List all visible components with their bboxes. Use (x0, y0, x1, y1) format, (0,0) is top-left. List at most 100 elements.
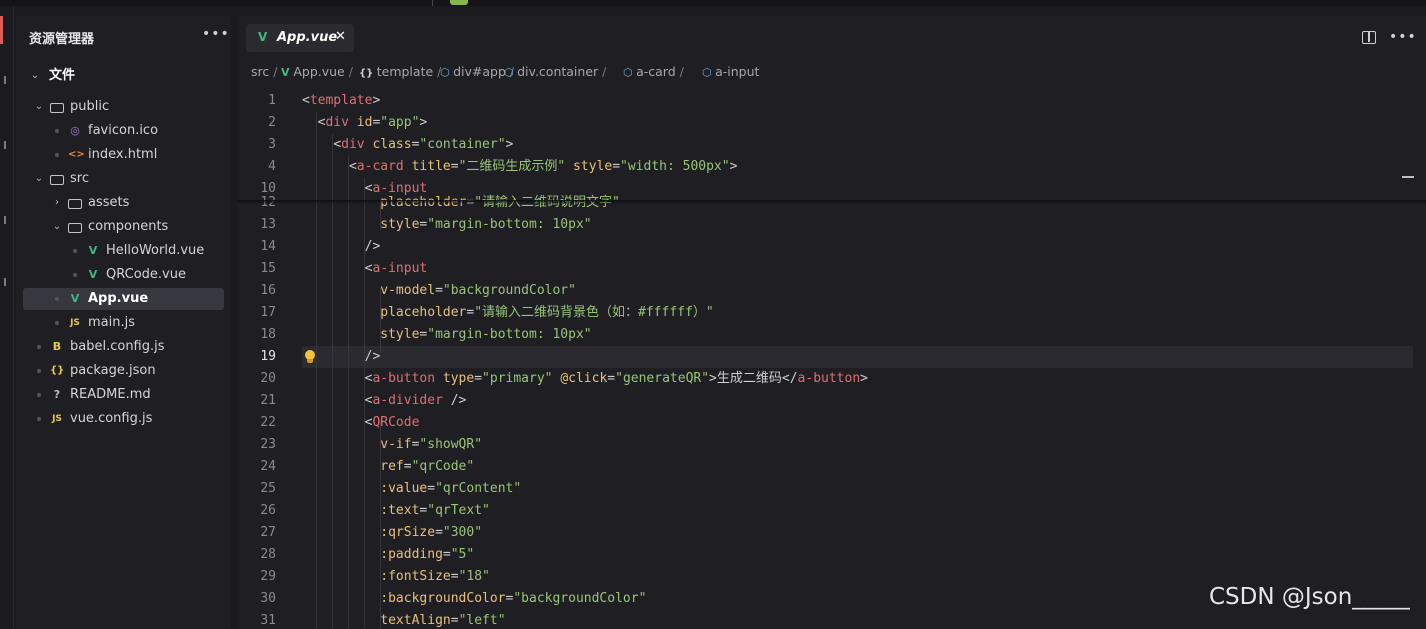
tree-indent-dot (37, 417, 41, 421)
folder-icon (50, 103, 64, 113)
section-header-files[interactable]: ⌄ 文件 (23, 65, 224, 87)
code-line[interactable]: <a-card title="二维码生成示例" style="width: 50… (302, 156, 737, 178)
babel-file-icon: B (52, 340, 62, 353)
code-line[interactable]: <a-button type="primary" @click="generat… (302, 368, 868, 390)
info-file-icon: ? (53, 388, 61, 401)
code-editor[interactable]: 1 <template> 2 <div id="app"> 3 <div class=… (238, 90, 1426, 629)
activity-icon[interactable] (4, 76, 9, 84)
vue-file-icon: V (88, 244, 98, 257)
activity-icon[interactable] (4, 141, 9, 149)
line-number: 26 (260, 503, 276, 518)
breadcrumb-label: template (376, 64, 434, 79)
tree-item[interactable]: ? README.md (23, 384, 224, 406)
code-line[interactable]: <div id="app"> (302, 112, 428, 134)
js-file-icon: JS (52, 414, 62, 424)
code-line[interactable]: :fontSize="18" (302, 566, 490, 588)
tree-item-label: public (70, 99, 110, 114)
section-label: 文件 (49, 68, 76, 83)
folder-icon (50, 175, 64, 185)
tree-item[interactable]: › assets (23, 192, 224, 214)
tree-item[interactable]: ⌄ public (23, 96, 224, 118)
code-line[interactable]: :value="qrContent" (302, 478, 521, 500)
line-number: 2 (268, 115, 276, 130)
breadcrumb-item[interactable]: src / (251, 64, 277, 79)
tree-item[interactable]: V HelloWorld.vue (23, 240, 224, 262)
line-number: 28 (260, 547, 276, 562)
code-line[interactable]: /> (302, 236, 381, 258)
tree-item[interactable]: Bbabel.config.js (23, 336, 224, 358)
tree-indent-dot (55, 321, 59, 325)
tree-item-label: QRCode.vue (106, 267, 186, 282)
chevron-down-icon[interactable]: ⌄ (33, 168, 45, 190)
code-line[interactable]: v-if="showQR" (302, 434, 482, 456)
tree-indent-dot (37, 369, 41, 373)
breadcrumb-item[interactable]: ⬡ div#app / (440, 64, 514, 79)
code-line[interactable]: :backgroundColor="backgroundColor" (302, 588, 646, 610)
code-line[interactable]: :qrSize="300" (302, 522, 482, 544)
line-number: 30 (260, 591, 276, 606)
chevron-right-icon[interactable]: › (51, 192, 63, 214)
breadcrumb-item[interactable]: ⬡ div.container / (504, 64, 606, 79)
title-separator (432, 0, 433, 6)
tree-item[interactable]: JS vue.config.js (23, 408, 224, 430)
code-line[interactable]: :text="qrText" (302, 500, 490, 522)
code-line[interactable]: style="margin-bottom: 10px" (302, 214, 591, 236)
activity-active-indicator (0, 16, 3, 44)
tree-item-label: README.md (70, 387, 151, 402)
activity-icon[interactable] (4, 278, 9, 286)
tree-item[interactable]: V App.vue (23, 288, 224, 310)
tree-item-label: favicon.ico (88, 123, 159, 138)
breadcrumb-label: a-input (715, 64, 760, 79)
element-icon: ⬡ (623, 66, 637, 79)
tree-item[interactable]: JS main.js (23, 312, 224, 334)
code-line[interactable]: <div class="container"> (302, 134, 513, 156)
tree-indent-dot (37, 393, 41, 397)
tree-item[interactable]: <> index.html (23, 144, 224, 166)
vue-file-icon: V (70, 292, 80, 305)
chevron-down-icon[interactable]: ⌄ (33, 96, 45, 118)
indent-guide (332, 134, 333, 629)
code-line[interactable]: ref="qrCode" (302, 456, 474, 478)
tree-item[interactable]: ⌄ components (23, 216, 224, 238)
close-icon[interactable]: ✕ (335, 29, 346, 44)
explorer-panel: 资源管理器 ••• ⌄ 文件 ⌄ public ◎ favicon.ico <> inde… (16, 16, 231, 629)
code-line[interactable]: :padding="5" (302, 544, 474, 566)
breadcrumb-item[interactable]: V App.vue / (281, 64, 353, 79)
editor-area: V App.vue ✕ ••• src / V App.vue / {} templ… (238, 16, 1426, 629)
line-number: 31 (260, 613, 276, 628)
code-line[interactable]: style="margin-bottom: 10px" (302, 324, 591, 346)
tree-item[interactable]: ◎ favicon.ico (23, 120, 224, 142)
ellipsis-icon[interactable]: ••• (202, 26, 230, 42)
title-badge (450, 0, 468, 5)
element-icon: ⬡ (440, 66, 454, 79)
tree-item[interactable]: V QRCode.vue (23, 264, 224, 286)
breadcrumb-label: div#app (453, 64, 506, 79)
tab-app-vue[interactable]: V App.vue ✕ (246, 24, 354, 52)
current-line-highlight (302, 346, 1413, 368)
vue-icon: V (258, 30, 268, 44)
tree-item-label: babel.config.js (70, 339, 165, 354)
breadcrumb-item[interactable]: ⬡ a-card / (623, 64, 684, 79)
breadcrumb-item[interactable]: ⬡ a-input (702, 64, 759, 79)
code-line[interactable]: <QRCode (302, 412, 420, 434)
line-number: 15 (260, 261, 276, 276)
line-number: 25 (260, 481, 276, 496)
tree-item[interactable]: {} package.json (23, 360, 224, 382)
indent-guide (364, 178, 365, 628)
ellipsis-icon[interactable]: ••• (1389, 29, 1417, 45)
indent-guide (316, 112, 317, 629)
code-line[interactable]: <template> (302, 90, 380, 112)
chevron-down-icon[interactable]: ⌄ (51, 216, 63, 238)
code-line[interactable]: v-model="backgroundColor" (302, 280, 576, 302)
breadcrumb-item[interactable]: {} template / (359, 64, 441, 79)
lightbulb-icon[interactable] (304, 350, 316, 364)
tree-indent-dot (73, 249, 77, 253)
watermark: CSDN @Json_____ (1209, 584, 1410, 610)
code-line[interactable]: <a-divider /> (302, 390, 467, 412)
breadcrumb-label: div.container (517, 64, 599, 79)
activity-bar (0, 6, 14, 629)
activity-icon[interactable] (4, 216, 9, 224)
line-number: 18 (260, 327, 276, 342)
tree-item[interactable]: ⌄ src (23, 168, 224, 190)
split-editor-icon[interactable] (1362, 31, 1376, 44)
